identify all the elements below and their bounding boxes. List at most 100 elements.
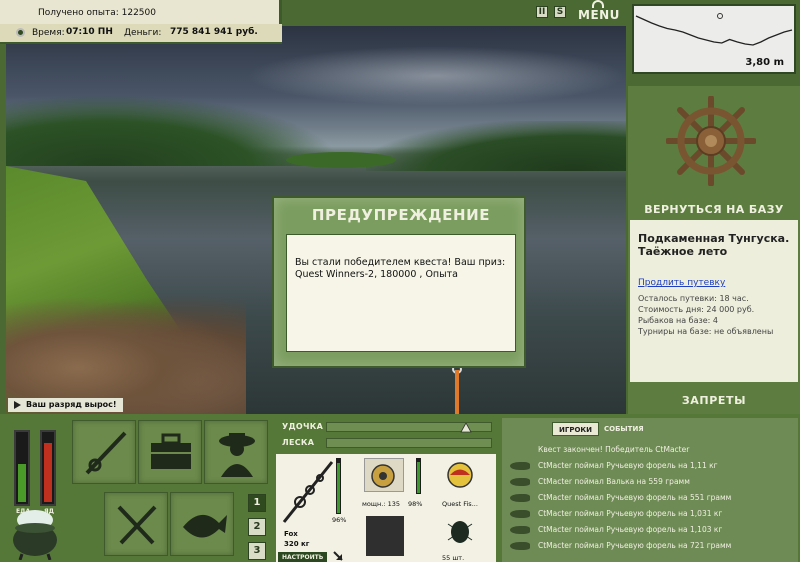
fisherman-icon xyxy=(219,433,255,477)
line-tension-bar xyxy=(326,438,492,448)
event-message: CtMacter поймал Ручьевую форель на 1,11 … xyxy=(502,458,798,474)
base-title-line-1: Подкаменная Тунгуска. xyxy=(638,232,790,245)
expand-arrow-icon[interactable] xyxy=(332,550,344,562)
base-info-card: Подкаменная Тунгуска. Таёжное лето Продл… xyxy=(630,220,798,382)
lure-name: Quest Fis... xyxy=(442,500,478,508)
food-meter xyxy=(14,430,30,506)
base-panel: ВЕРНУТЬСЯ НА БАЗУ Подкаменная Тунгуска. … xyxy=(628,86,800,416)
experience-value: 122500 xyxy=(121,8,156,18)
rod-icon xyxy=(85,431,127,475)
game-screen: Получено опыта: 122500 Время: 07:10 ПН Д… xyxy=(0,0,800,562)
page-button-2[interactable]: 2 xyxy=(248,518,266,536)
event-message: CtMacter поймал Ручьевую форель на 1,103… xyxy=(502,522,798,538)
events-panel: ИГРОКИ СОБЫТИЯ Квест закончен! Победител… xyxy=(502,418,798,562)
status-meters: ЕДА ЯД xyxy=(6,418,68,518)
depth-panel: 3,80 m xyxy=(632,4,796,74)
pause-button[interactable]: II xyxy=(536,6,548,18)
rod-reel-icon[interactable] xyxy=(278,456,338,526)
base-title-line-2: Таёжное лето xyxy=(638,245,728,258)
float-position-marker xyxy=(717,13,723,19)
tackle-panel: УДОЧКА ЛЕСКА 96% Fox 320 кг НАСТРОИТЬ мо… xyxy=(276,418,496,562)
event-text: CtMacter поймал Валька на 559 грамм xyxy=(538,477,690,486)
lure-slot[interactable] xyxy=(442,460,478,490)
lure-icon xyxy=(447,462,473,488)
empty-slot[interactable] xyxy=(366,516,404,556)
bans-button[interactable]: ЗАПРЕТЫ xyxy=(628,390,800,412)
rod-tension-bar xyxy=(326,422,492,433)
record-icon[interactable] xyxy=(16,28,25,37)
ship-wheel-icon[interactable] xyxy=(666,96,756,186)
rod-durability-bar xyxy=(336,458,341,514)
poison-meter xyxy=(40,430,56,506)
forest-right xyxy=(366,121,626,171)
dialog-title: ПРЕДУПРЕЖДЕНИЕ xyxy=(311,206,491,224)
time-label: Время: xyxy=(32,28,65,38)
event-message: CtMacter поймал Ручьевую форель на 721 г… xyxy=(502,538,798,554)
food-fill xyxy=(18,463,26,502)
fish-icon xyxy=(183,514,227,538)
rod-row-label: УДОЧКА xyxy=(282,422,324,431)
page-button-1[interactable]: 1 xyxy=(248,494,266,512)
bait-slot[interactable] xyxy=(442,516,478,546)
page-button-3[interactable]: 3 xyxy=(248,542,266,560)
event-text: CtMacter поймал Ручьевую форель на 551 г… xyxy=(538,493,732,502)
tackle-box-icon xyxy=(151,433,191,469)
fisherman-tile[interactable] xyxy=(204,420,268,484)
extend-permit-link[interactable]: Продлить путевку xyxy=(638,278,725,288)
line-row-label: ЛЕСКА xyxy=(282,438,315,447)
fish-tile[interactable] xyxy=(170,492,234,556)
bobber-stick xyxy=(455,370,459,414)
event-text: CtMacter поймал Ручьевую форель на 1,103… xyxy=(538,525,723,534)
reel-icon xyxy=(371,464,395,488)
day-cost: Стоимость дня: 24 000 руб. xyxy=(638,305,755,314)
permit-remaining: Осталось путевки: 18 час. xyxy=(638,294,749,303)
reel-percent: 98% xyxy=(408,500,423,508)
food-tile[interactable] xyxy=(104,492,168,556)
tackle-grid: 96% Fox 320 кг НАСТРОИТЬ мощн.: 135 98% xyxy=(276,454,496,562)
event-message: Квест закончен! Победитель CtMacter xyxy=(502,442,798,458)
reel-durability-fill xyxy=(417,461,420,493)
depth-line xyxy=(635,15,793,46)
rod-tile[interactable] xyxy=(72,420,136,484)
event-text: CtMacter поймал Ручьевую форель на 1,11 … xyxy=(538,461,718,470)
fish-icon xyxy=(510,510,530,518)
info-panel: Получено опыта: 122500 Время: 07:10 ПН Д… xyxy=(0,0,282,44)
rod-tension-marker xyxy=(460,423,472,433)
rank-notice: Ваш разряд вырос! xyxy=(8,398,123,412)
money-label: Деньги: xyxy=(124,28,162,38)
tackle-box-tile[interactable] xyxy=(138,420,202,484)
rod-name: Fox xyxy=(284,530,298,538)
setup-button[interactable]: НАСТРОИТЬ xyxy=(278,552,328,562)
time-value: 07:10 ПН xyxy=(66,27,113,37)
fork-knife-icon xyxy=(117,505,157,545)
fish-icon xyxy=(510,542,530,550)
experience-label: Получено опыта: xyxy=(38,8,119,18)
tab-players[interactable]: ИГРОКИ xyxy=(552,422,599,436)
fish-icon xyxy=(510,494,530,502)
fish-icon xyxy=(510,526,530,534)
event-message: CtMacter поймал Ручьевую форель на 1,031… xyxy=(502,506,798,522)
reel-slot[interactable] xyxy=(364,458,404,492)
bait-amount: 55 шт. xyxy=(442,554,465,562)
tab-events[interactable]: СОБЫТИЯ xyxy=(598,422,650,436)
reel-durability-bar xyxy=(416,458,421,494)
fishers-count: Рыбаков на базе: 4 xyxy=(638,316,718,325)
beetle-bait-icon xyxy=(447,521,473,543)
sound-button[interactable]: S xyxy=(554,6,566,18)
warning-dialog[interactable]: ПРЕДУПРЕЖДЕНИЕ Вы стали победителем квес… xyxy=(272,196,526,368)
bottom-panel: ЕДА ЯД 1 2 3 УДОЧКА ЛЕСКА 96% Fox 320 кг… xyxy=(0,414,800,562)
poison-fill xyxy=(44,442,52,502)
cauldron-icon[interactable] xyxy=(10,506,60,560)
tournaments-status: Турниры на базе: не объявлены xyxy=(638,327,774,336)
arrow-right-icon xyxy=(14,401,21,409)
dialog-message-line-1: Вы стали победителем квеста! Ваш приз: xyxy=(295,257,506,268)
event-message: CtMacter поймал Валька на 559 грамм xyxy=(502,474,798,490)
rank-notice-text: Ваш разряд вырос! xyxy=(26,400,117,409)
rod-weight: 320 кг xyxy=(284,540,310,548)
fish-icon xyxy=(510,478,530,486)
reel-power: мощн.: 135 xyxy=(362,500,400,508)
event-text: CtMacter поймал Ручьевую форель на 721 г… xyxy=(538,541,732,550)
menu-button[interactable]: MENU xyxy=(578,0,619,24)
return-to-base-button[interactable]: ВЕРНУТЬСЯ НА БАЗУ xyxy=(628,198,800,222)
event-message: CtMacter поймал Ручьевую форель на 551 г… xyxy=(502,490,798,506)
